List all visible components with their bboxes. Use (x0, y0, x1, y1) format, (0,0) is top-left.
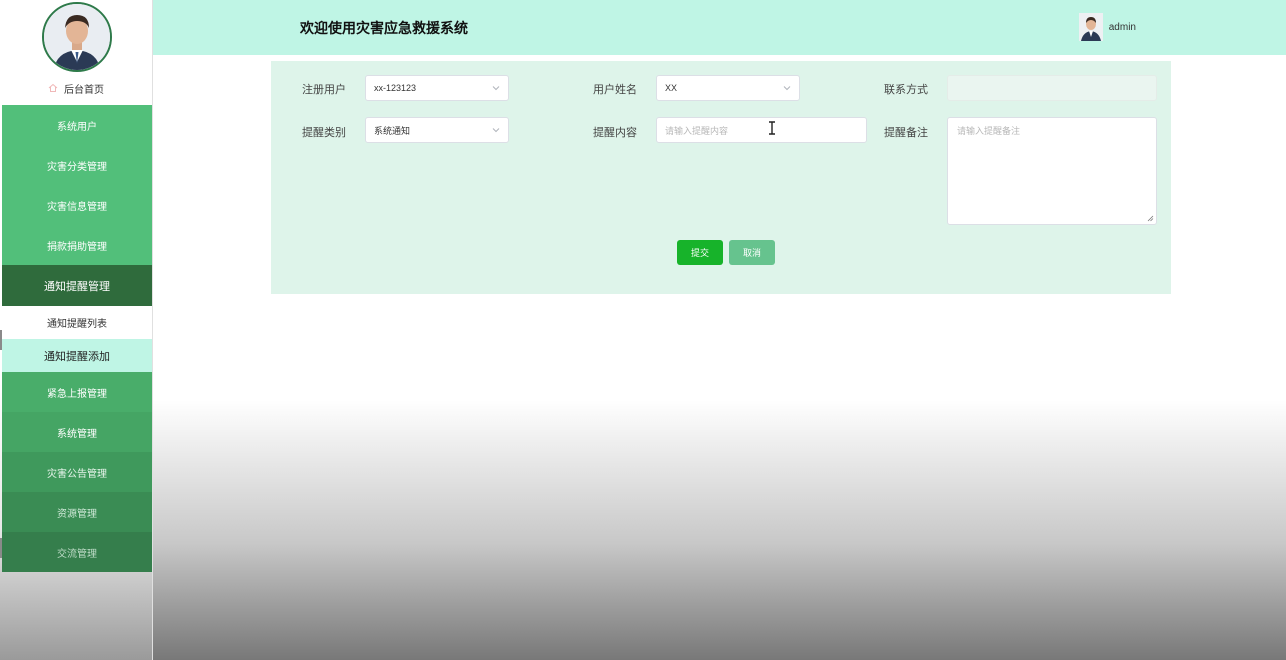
registered-user-select[interactable]: xx-123123 (365, 75, 509, 101)
menu-item-resources[interactable]: 资源管理 (2, 492, 152, 532)
chevron-down-icon (492, 86, 500, 91)
menu-item-emergency-report[interactable]: 紧急上报管理 (2, 372, 152, 412)
sidebar-home-link[interactable]: 后台首页 (0, 76, 152, 100)
username-label: admin (1108, 21, 1136, 33)
user-name-select[interactable]: XX (656, 75, 800, 101)
reminder-type-label: 提醒类别 (302, 127, 346, 139)
registered-user-label: 注册用户 (302, 84, 346, 96)
sidebar-avatar (42, 2, 112, 72)
resize-handle-icon[interactable] (1147, 215, 1154, 222)
reminder-content-placeholder: 请输入提醒内容 (665, 125, 729, 136)
submenu-item-notification-list[interactable]: 通知提醒列表 (2, 306, 152, 339)
page-title: 欢迎使用灾害应急救援系统 (300, 20, 468, 36)
cancel-button[interactable]: 取消 (729, 240, 775, 265)
reminder-note-label: 提醒备注 (884, 127, 928, 139)
menu-item-disaster-category[interactable]: 灾害分类管理 (2, 145, 152, 185)
submit-button[interactable]: 提交 (677, 240, 723, 265)
text-cursor-icon (769, 121, 775, 135)
user-name-value: XX (665, 83, 678, 93)
reminder-type-value: 系统通知 (374, 125, 411, 136)
reminder-note-textarea[interactable]: 请输入提醒备注 (947, 117, 1157, 225)
menu-item-communication[interactable]: 交流管理 (2, 532, 152, 572)
user-name-label: 用户姓名 (593, 84, 637, 96)
home-icon (48, 83, 58, 92)
avatar (1078, 13, 1103, 41)
reminder-form: 注册用户 xx-123123 用户姓名 XX 联系方式 提醒类别 系统通知 提醒… (271, 61, 1171, 294)
sidebar-menu-lower: 紧急上报管理 系统管理 灾害公告管理 资源管理 交流管理 (2, 372, 152, 572)
menu-item-disaster-announcement[interactable]: 灾害公告管理 (2, 452, 152, 492)
submenu-item-notification-add[interactable]: 通知提醒添加 (2, 339, 152, 372)
page-background (0, 400, 1286, 660)
chevron-down-icon (492, 128, 500, 133)
chevron-down-icon (783, 86, 791, 91)
menu-item-notification[interactable]: 通知提醒管理 (2, 265, 152, 306)
sidebar: 后台首页 系统用户 灾害分类管理 灾害信息管理 捐款捐助管理 通知提醒管理 通知… (0, 0, 153, 660)
home-label: 后台首页 (64, 84, 104, 96)
menu-item-disaster-info[interactable]: 灾害信息管理 (2, 185, 152, 225)
user-menu[interactable]: admin (1078, 13, 1136, 41)
reminder-type-select[interactable]: 系统通知 (365, 117, 509, 143)
edge-artifact (0, 538, 2, 558)
reminder-note-placeholder: 请输入提醒备注 (957, 126, 1021, 136)
menu-item-system-users[interactable]: 系统用户 (2, 105, 152, 145)
reminder-content-label: 提醒内容 (593, 127, 637, 139)
registered-user-value: xx-123123 (374, 83, 417, 93)
top-header: 欢迎使用灾害应急救援系统 admin (153, 0, 1286, 55)
edge-artifact (0, 330, 2, 350)
contact-label: 联系方式 (884, 84, 928, 96)
contact-field (947, 75, 1157, 101)
menu-item-donation[interactable]: 捐款捐助管理 (2, 225, 152, 265)
reminder-content-input[interactable]: 请输入提醒内容 (656, 117, 867, 143)
menu-item-system-management[interactable]: 系统管理 (2, 412, 152, 452)
sidebar-menu: 系统用户 灾害分类管理 灾害信息管理 捐款捐助管理 通知提醒管理 通知提醒列表 … (2, 105, 152, 572)
